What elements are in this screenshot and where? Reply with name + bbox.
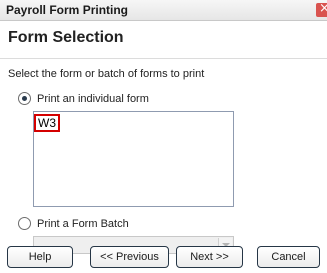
instruction-text: Select the form or batch of forms to pri… <box>8 68 205 80</box>
radio-individual-label: Print an individual form <box>37 92 149 105</box>
window-title: Payroll Form Printing <box>6 3 129 17</box>
cancel-button[interactable]: Cancel <box>257 246 320 268</box>
forms-listbox[interactable]: W3 <box>33 111 234 207</box>
list-item[interactable]: W3 <box>34 114 60 132</box>
close-icon[interactable] <box>316 1 327 17</box>
radio-button-unchecked-icon[interactable] <box>18 217 31 230</box>
help-button[interactable]: Help <box>7 246 73 268</box>
radio-button-checked-icon[interactable] <box>18 92 31 105</box>
next-button[interactable]: Next >> <box>176 246 243 268</box>
radio-batch-label: Print a Form Batch <box>37 217 129 230</box>
title-bar: Payroll Form Printing <box>0 0 327 21</box>
page-title: Form Selection <box>8 29 124 46</box>
radio-individual-form[interactable]: Print an individual form <box>18 92 149 105</box>
header-divider <box>0 58 327 59</box>
radio-form-batch[interactable]: Print a Form Batch <box>18 217 129 230</box>
previous-button[interactable]: << Previous <box>90 246 169 268</box>
